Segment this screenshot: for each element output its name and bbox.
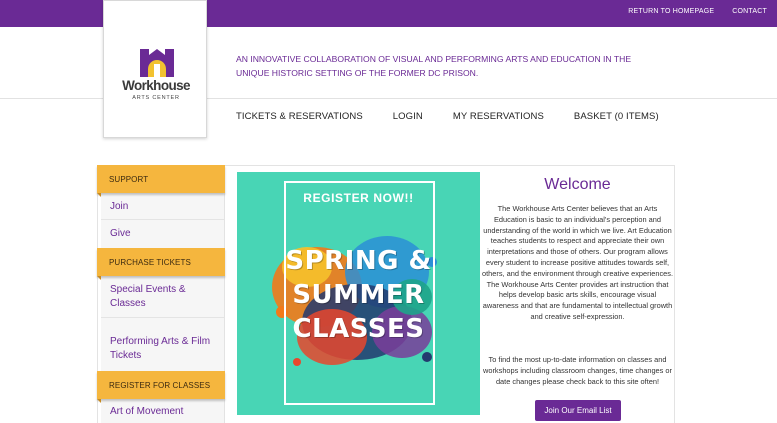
- sidebar-heading-purchase-tickets: PURCHASE TICKETS: [97, 248, 225, 280]
- sidebar-heading-label: SUPPORT: [109, 175, 149, 184]
- join-email-list-button[interactable]: Join Our Email List: [535, 400, 621, 421]
- contact-link[interactable]: CONTACT: [732, 8, 767, 15]
- nav-my-reservations[interactable]: MY RESERVATIONS: [453, 111, 544, 122]
- main-nav: TICKETS & RESERVATIONS LOGIN MY RESERVAT…: [236, 111, 689, 122]
- promo-register-text: REGISTER NOW!!: [303, 191, 414, 205]
- sidebar-item-label: Performing Arts & Film Tickets: [110, 336, 211, 361]
- top-links: RETURN TO HOMEPAGE CONTACT: [628, 8, 767, 15]
- promo-image[interactable]: REGISTER NOW!! SPRING & SUMMER CLASSES: [237, 172, 480, 415]
- sidebar: SUPPORT Join Give PURCHASE TICKETS Speci…: [97, 165, 225, 423]
- promo-headline-line-2: SUMMER: [292, 280, 425, 310]
- tagline: AN INNOVATIVE COLLABORATION OF VISUAL AN…: [236, 54, 632, 78]
- workhouse-logo-icon: [140, 49, 174, 77]
- nav-tickets-reservations[interactable]: TICKETS & RESERVATIONS: [236, 111, 363, 122]
- logo-subtitle: ARTS CENTER: [132, 95, 180, 101]
- return-to-homepage-link[interactable]: RETURN TO HOMEPAGE: [628, 8, 714, 15]
- promo-headline-line-1: SPRING &: [285, 246, 432, 276]
- sidebar-item-give[interactable]: Give: [101, 220, 224, 248]
- welcome-paragraph-1: The Workhouse Arts Center believes that …: [481, 204, 674, 321]
- sidebar-item-label: Art of Movement: [110, 406, 184, 417]
- welcome-title: Welcome: [544, 176, 611, 193]
- sidebar-item-label: Join: [110, 201, 129, 212]
- sidebar-heading-support: SUPPORT: [97, 165, 225, 197]
- nav-basket[interactable]: BASKET (0 ITEMS): [574, 111, 659, 122]
- sidebar-item-art-of-movement[interactable]: Art of Movement: [101, 399, 224, 423]
- sidebar-item-label: Special Events & Classes: [110, 284, 186, 309]
- welcome-paragraph-2: To find the most up-to-date information …: [483, 355, 672, 386]
- sidebar-item-join[interactable]: Join: [101, 193, 224, 220]
- promo-headline-line-3: CLASSES: [292, 314, 425, 344]
- sidebar-item-performing-arts[interactable]: Performing Arts & Film Tickets: [101, 318, 224, 371]
- logo-card[interactable]: Workhouse ARTS CENTER: [103, 0, 207, 138]
- nav-login[interactable]: LOGIN: [393, 111, 423, 122]
- sidebar-item-special-events[interactable]: Special Events & Classes: [101, 276, 224, 318]
- logo-name: Workhouse: [122, 78, 190, 93]
- sidebar-item-label: Give: [110, 228, 131, 239]
- sidebar-heading-label: PURCHASE TICKETS: [109, 258, 191, 267]
- sidebar-heading-label: REGISTER FOR CLASSES: [109, 381, 211, 390]
- sidebar-heading-register-classes: REGISTER FOR CLASSES: [97, 371, 225, 403]
